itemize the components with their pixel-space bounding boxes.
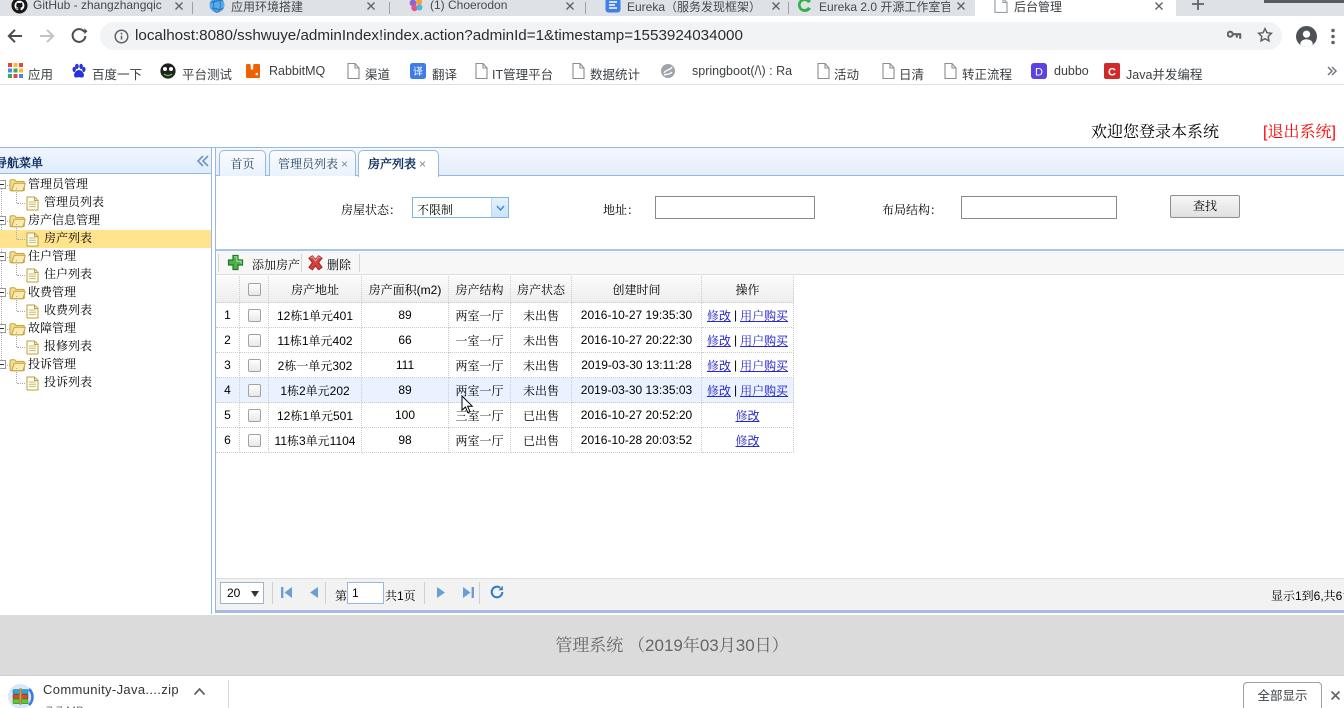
svg-text:C: C [1108, 67, 1116, 79]
svg-text:D: D [1035, 67, 1043, 79]
svg-text:译: 译 [413, 63, 423, 78]
